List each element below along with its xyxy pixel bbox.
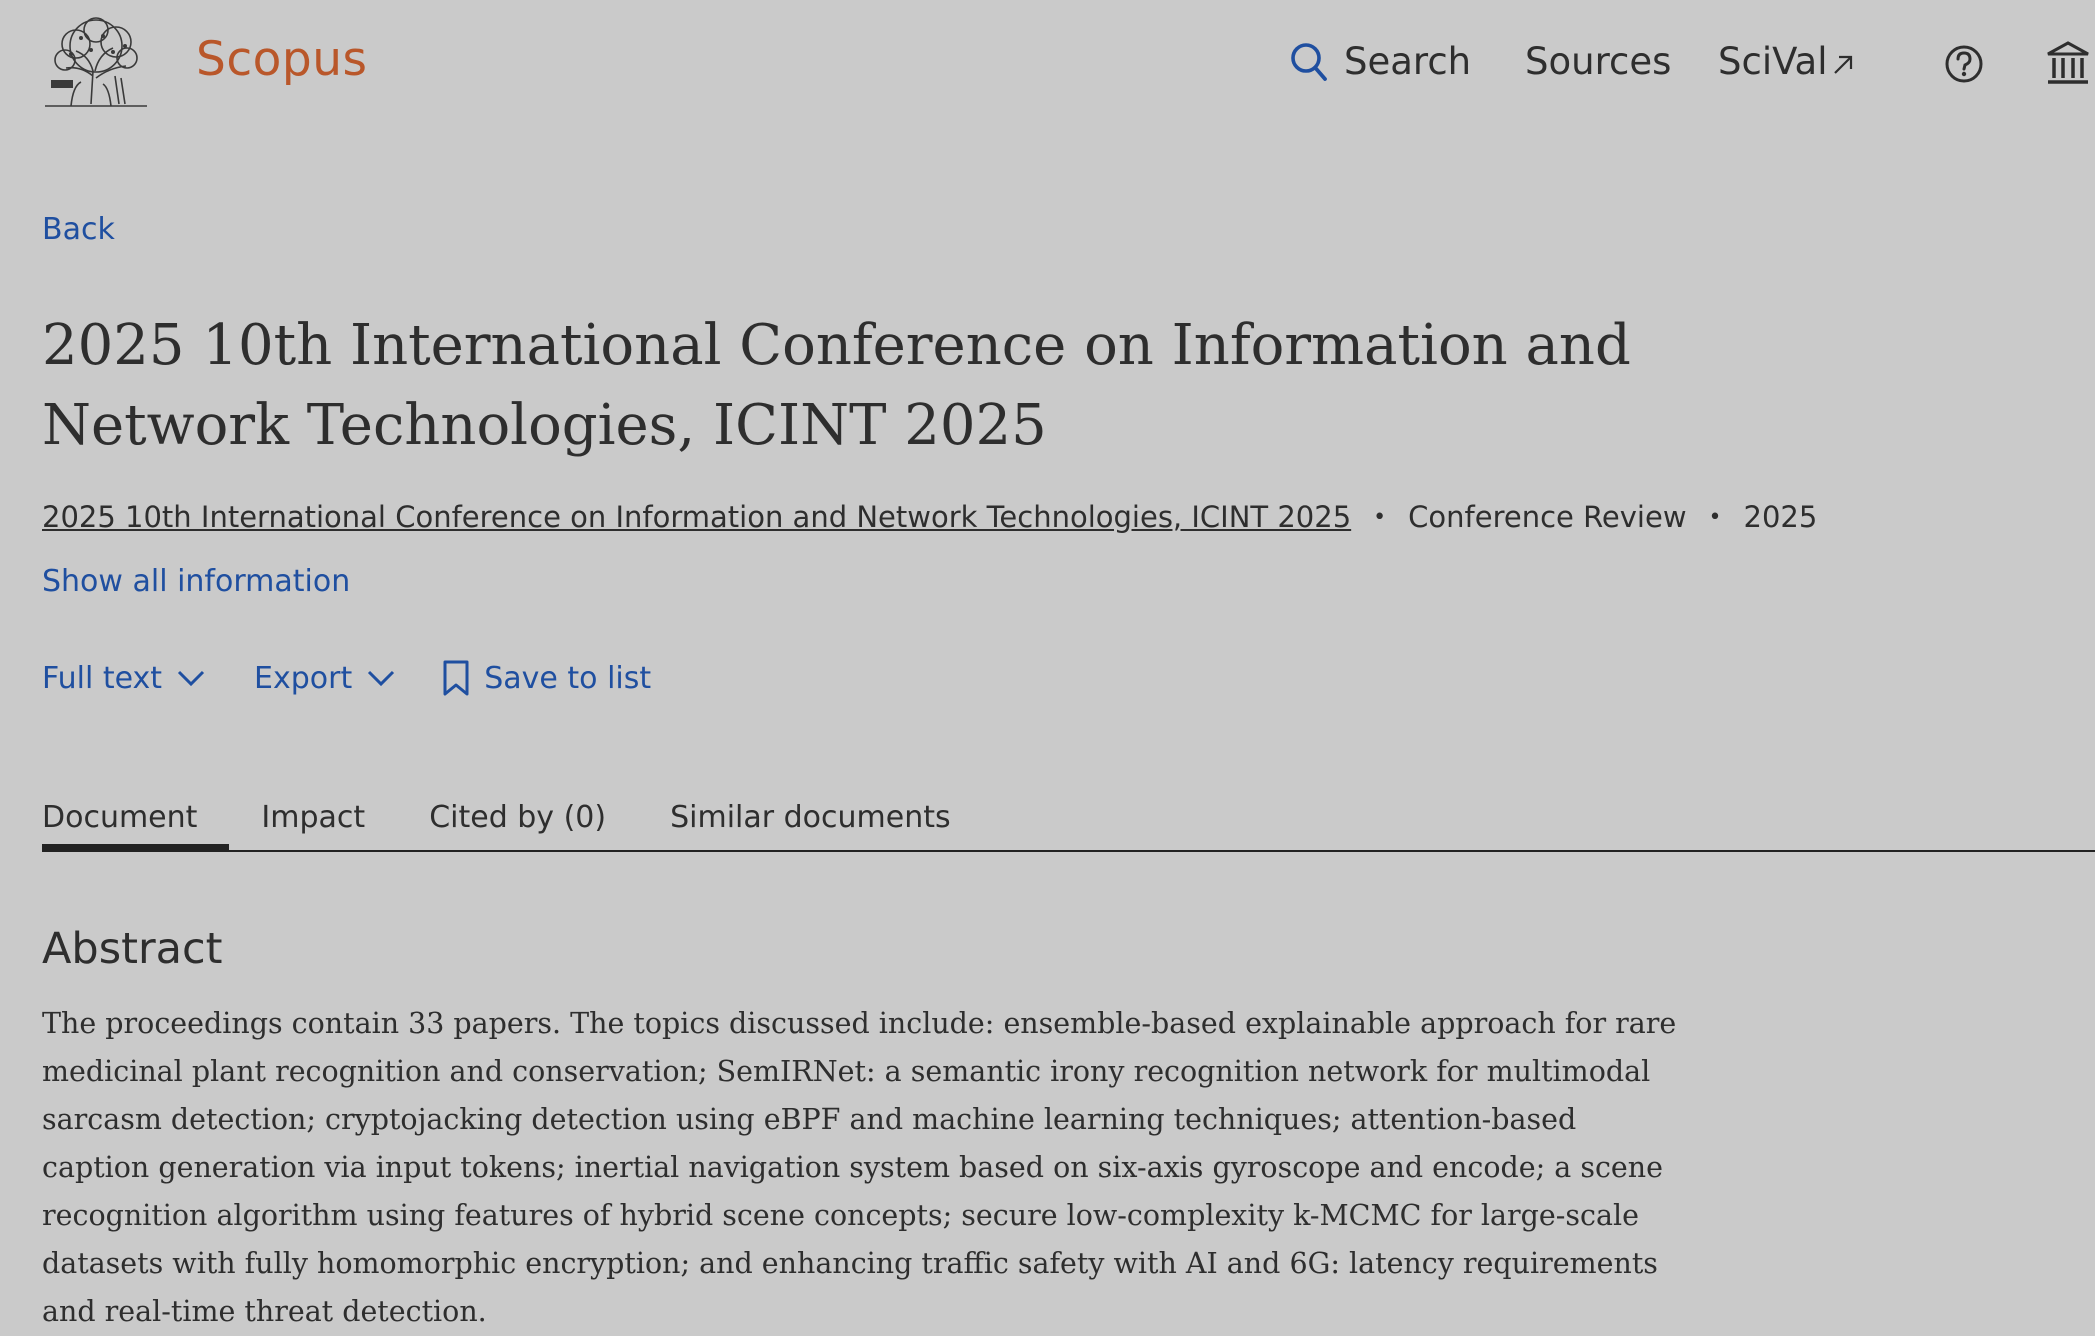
abstract-text: The proceedings contain 33 papers. The t…: [42, 1007, 1677, 1328]
nav-scival-label: SciVal: [1718, 40, 1828, 83]
document-year: 2025: [1743, 500, 1818, 534]
document-title: 2025 10th International Conference on In…: [42, 313, 1631, 458]
tabs-divider: [42, 850, 2095, 852]
separator-dot: •: [1373, 504, 1387, 530]
scopus-brand[interactable]: Scopus: [196, 32, 368, 87]
source-title-link[interactable]: 2025 10th International Conference on In…: [42, 500, 1351, 534]
nav-scival[interactable]: SciVal: [1718, 40, 1854, 83]
document-meta: 2025 10th International Conference on In…: [42, 500, 1817, 534]
abstract-heading: Abstract: [42, 924, 223, 974]
external-link-icon: [1833, 55, 1852, 74]
export-button[interactable]: Export: [254, 661, 396, 696]
tab-document[interactable]: Document: [42, 800, 230, 852]
help-icon[interactable]: [1944, 44, 1984, 84]
tab-impact[interactable]: Impact: [261, 800, 365, 852]
separator-dot: •: [1708, 504, 1722, 530]
save-to-list-label: Save to list: [484, 660, 652, 696]
back-link[interactable]: Back: [42, 212, 115, 247]
institution-icon[interactable]: [2046, 40, 2090, 86]
document-tabs: Document Impact Cited by (0) Similar doc…: [42, 800, 951, 852]
nav-sources[interactable]: Sources: [1525, 40, 1671, 83]
document-actions: Full text Export Save to list: [42, 659, 651, 697]
save-to-list-button[interactable]: Save to list: [442, 659, 651, 697]
chevron-down-icon: [177, 670, 205, 687]
document-type: Conference Review: [1408, 500, 1687, 534]
top-header: Scopus Search Sources SciVal: [0, 0, 2095, 130]
elsevier-logo-icon[interactable]: [41, 16, 151, 112]
full-text-button[interactable]: Full text: [42, 661, 206, 696]
show-all-information-link[interactable]: Show all information: [42, 564, 350, 599]
nav-search-label: Search: [1344, 40, 1472, 83]
full-text-label: Full text: [42, 660, 163, 696]
tab-cited-by[interactable]: Cited by (0): [429, 800, 606, 852]
bookmark-icon: [443, 660, 469, 696]
tab-similar-documents[interactable]: Similar documents: [670, 800, 951, 852]
search-icon: [1291, 42, 1327, 81]
chevron-down-icon: [368, 670, 395, 687]
export-label: Export: [254, 660, 353, 696]
nav-search[interactable]: Search: [1290, 40, 1471, 83]
